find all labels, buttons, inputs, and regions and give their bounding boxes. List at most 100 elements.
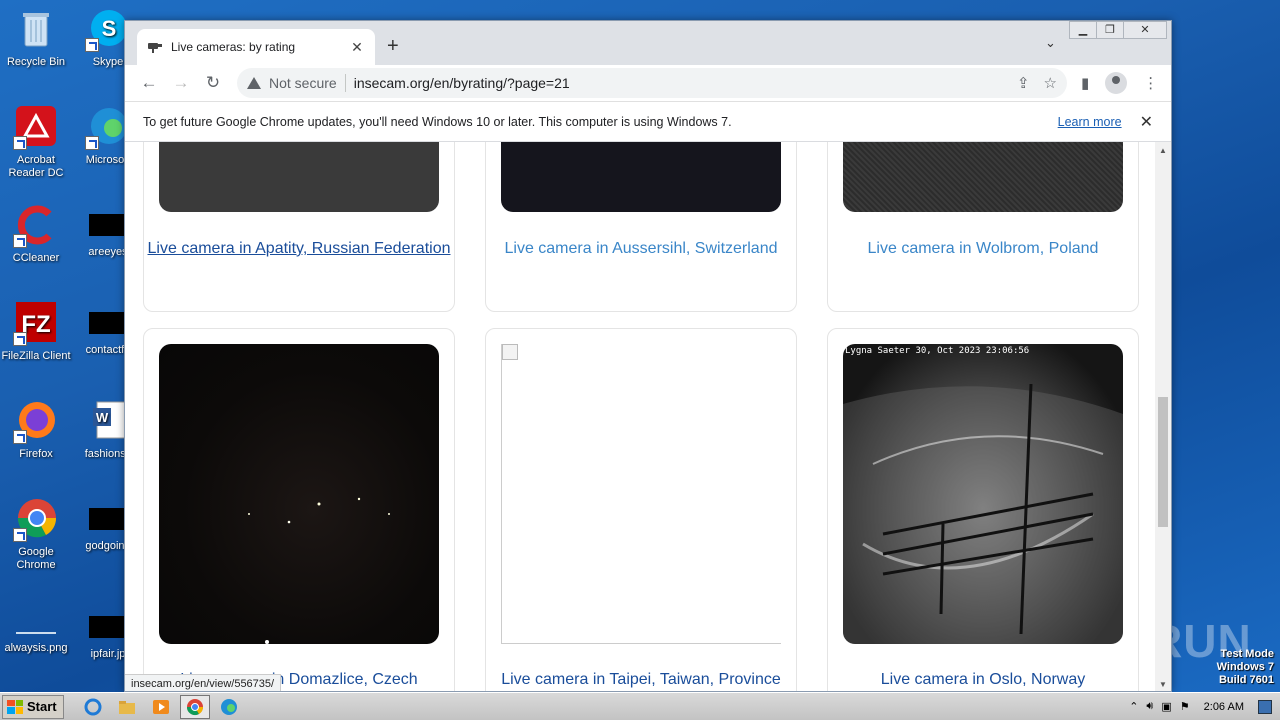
- action-center-flag-icon[interactable]: ⚑: [1180, 700, 1190, 713]
- back-arrow-icon[interactable]: ←: [133, 73, 165, 93]
- file-icon: [89, 508, 127, 530]
- learn-more-link[interactable]: Learn more: [1058, 115, 1122, 129]
- camera-link-oslo[interactable]: Live camera in Oslo, Norway: [827, 668, 1139, 691]
- infobar-close-icon[interactable]: ✕: [1140, 112, 1153, 132]
- clock[interactable]: 2:06 AM: [1204, 701, 1244, 713]
- profile-avatar-icon[interactable]: [1105, 72, 1128, 94]
- night-lights-image: [248, 497, 390, 644]
- side-panel-icon[interactable]: ▮: [1081, 74, 1089, 92]
- browser-toolbar: ← → ↻ Not secure insecam.org/en/byrating…: [125, 65, 1171, 101]
- file-icon: [89, 616, 127, 638]
- restore-button[interactable]: ❐: [1096, 21, 1124, 39]
- shortcut-arrow-icon: [85, 136, 99, 150]
- menu-kebab-icon[interactable]: ⋮: [1143, 74, 1158, 92]
- camera-favicon-icon: [147, 39, 163, 55]
- desktop-icon-filezilla[interactable]: FZ FileZilla Client: [0, 300, 72, 363]
- shortcut-arrow-icon: [85, 38, 99, 52]
- camera-link-aussersihl[interactable]: Live camera in Aussersihl, Switzerland: [485, 237, 797, 260]
- show-desktop-button[interactable]: [1258, 699, 1272, 714]
- camera-link-wolbrom[interactable]: Live camera in Wolbrom, Poland: [827, 237, 1139, 260]
- desktop-icon-label: Skype: [92, 56, 124, 68]
- divider: [344, 74, 346, 92]
- warning-triangle-icon: [247, 77, 261, 89]
- chrome-taskbar-icon[interactable]: [179, 694, 210, 719]
- image-file-icon: [16, 614, 56, 634]
- close-window-button[interactable]: ✕: [1123, 21, 1167, 39]
- scroll-up-arrow-icon[interactable]: ▲: [1159, 146, 1167, 155]
- explorer-taskbar-icon[interactable]: [112, 695, 142, 719]
- desktop-icon-alwaysis[interactable]: alwaysis.png: [0, 604, 72, 655]
- camera-timestamp-overlay: Lygna Saeter 30, Oct 2023 23:06:56: [845, 346, 1030, 356]
- link-status-bubble: insecam.org/en/view/556735/: [125, 674, 282, 691]
- watermark-line: Windows 7: [1216, 661, 1274, 673]
- bookmark-star-icon[interactable]: ☆: [1044, 74, 1057, 92]
- camera-thumbnail-apatity[interactable]: [159, 142, 439, 212]
- tab-search-chevron-icon[interactable]: ⌄: [1045, 35, 1056, 51]
- fisheye-snow-scene-image: [843, 383, 1123, 644]
- start-label: Start: [27, 699, 57, 714]
- tab-close-icon[interactable]: ✕: [349, 39, 365, 56]
- camera-link-taipei[interactable]: Live camera in Taipei, Taiwan, Province: [485, 668, 797, 691]
- watermark-line: Build 7601: [1218, 674, 1274, 686]
- share-icon[interactable]: ⇪: [1017, 74, 1030, 92]
- desktop-icon-label: areeyes: [88, 246, 128, 258]
- ccleaner-icon: [13, 202, 59, 248]
- update-infobar: To get future Google Chrome updates, you…: [125, 101, 1171, 142]
- camera-thumbnail-wolbrom[interactable]: [843, 142, 1123, 212]
- windows-logo-icon: [7, 699, 23, 714]
- camera-thumbnail-oslo[interactable]: Lygna Saeter 30, Oct 2023 23:06:56: [843, 344, 1123, 644]
- desktop-icon-firefox[interactable]: Firefox: [0, 398, 72, 461]
- desktop-icon-label: ipfair.jp: [90, 648, 126, 660]
- tab-strip: Live cameras: by rating ✕ + ⌄ ▁ ❐ ✕: [125, 21, 1171, 65]
- chrome-window: Live cameras: by rating ✕ + ⌄ ▁ ❐ ✕ ← → …: [124, 20, 1172, 692]
- new-tab-button[interactable]: +: [387, 35, 399, 58]
- edge-taskbar-icon[interactable]: [214, 695, 244, 719]
- start-button[interactable]: Start: [2, 694, 64, 719]
- desktop-icon-label: Google Chrome: [16, 546, 56, 571]
- volume-icon[interactable]: 🔊︎: [1146, 700, 1153, 713]
- svg-text:S: S: [102, 16, 117, 41]
- camera-thumbnail-aussersihl[interactable]: [501, 142, 781, 212]
- svg-text:W: W: [96, 410, 109, 425]
- address-bar[interactable]: Not secure insecam.org/en/byrating/?page…: [237, 68, 1067, 98]
- tab-live-cameras[interactable]: Live cameras: by rating ✕: [137, 29, 375, 65]
- desktop-icon-recycle-bin[interactable]: Recycle Bin: [0, 6, 72, 69]
- desktop-icon-label: Acrobat Reader DC: [8, 154, 64, 179]
- desktop-icon-label: alwaysis.png: [4, 642, 68, 654]
- desktop-icon-label: Firefox: [19, 448, 53, 460]
- scroll-down-arrow-icon[interactable]: ▼: [1159, 680, 1167, 689]
- test-mode-watermark: Test Mode Windows 7 Build 7601: [1217, 648, 1274, 687]
- infobar-message: To get future Google Chrome updates, you…: [143, 114, 732, 129]
- camera-thumbnail-domazlice[interactable]: [159, 344, 439, 644]
- security-indicator[interactable]: Not secure: [247, 75, 337, 91]
- tab-title: Live cameras: by rating: [171, 40, 296, 54]
- firefox-icon: [13, 398, 59, 444]
- camera-link-apatity[interactable]: Live camera in Apatity, Russian Federati…: [143, 237, 455, 260]
- window-controls: ▁ ❐ ✕: [1069, 21, 1167, 39]
- page-scrollbar[interactable]: ▲ ▼: [1155, 142, 1171, 691]
- network-icon[interactable]: ▣: [1161, 700, 1171, 713]
- desktop-icon-label: FileZilla Client: [1, 350, 71, 362]
- taskbar: Start ⌃ 🔊︎ ▣ ⚑ 2:06 AM: [0, 692, 1280, 720]
- watermark-line: Test Mode: [1220, 648, 1274, 660]
- desktop-icon-label: CCleaner: [12, 252, 60, 264]
- desktop-icon-chrome[interactable]: Google Chrome: [0, 496, 72, 572]
- scrollbar-thumb[interactable]: [1158, 397, 1168, 527]
- system-tray: ⌃ 🔊︎ ▣ ⚑ 2:06 AM: [1129, 699, 1280, 714]
- page-content: Live camera in Apatity, Russian Federati…: [125, 142, 1157, 691]
- minimize-button[interactable]: ▁: [1069, 21, 1097, 39]
- ie-taskbar-icon[interactable]: [78, 695, 108, 719]
- desktop-icon-acrobat[interactable]: Acrobat Reader DC: [0, 104, 72, 180]
- camera-thumbnail-taipei-broken[interactable]: [501, 344, 781, 644]
- chrome-icon: [13, 496, 59, 542]
- media-player-taskbar-icon[interactable]: [146, 695, 176, 719]
- tray-expand-icon[interactable]: ⌃: [1129, 700, 1138, 713]
- broken-image-icon: [502, 344, 518, 360]
- reload-icon[interactable]: ↻: [197, 73, 229, 93]
- acrobat-icon: [13, 104, 59, 150]
- file-icon: [89, 214, 127, 236]
- desktop-icon-label: Recycle Bin: [6, 56, 66, 68]
- url-text[interactable]: insecam.org/en/byrating/?page=21: [354, 75, 1017, 91]
- desktop-icon-ccleaner[interactable]: CCleaner: [0, 202, 72, 265]
- forward-arrow-icon[interactable]: →: [165, 73, 197, 93]
